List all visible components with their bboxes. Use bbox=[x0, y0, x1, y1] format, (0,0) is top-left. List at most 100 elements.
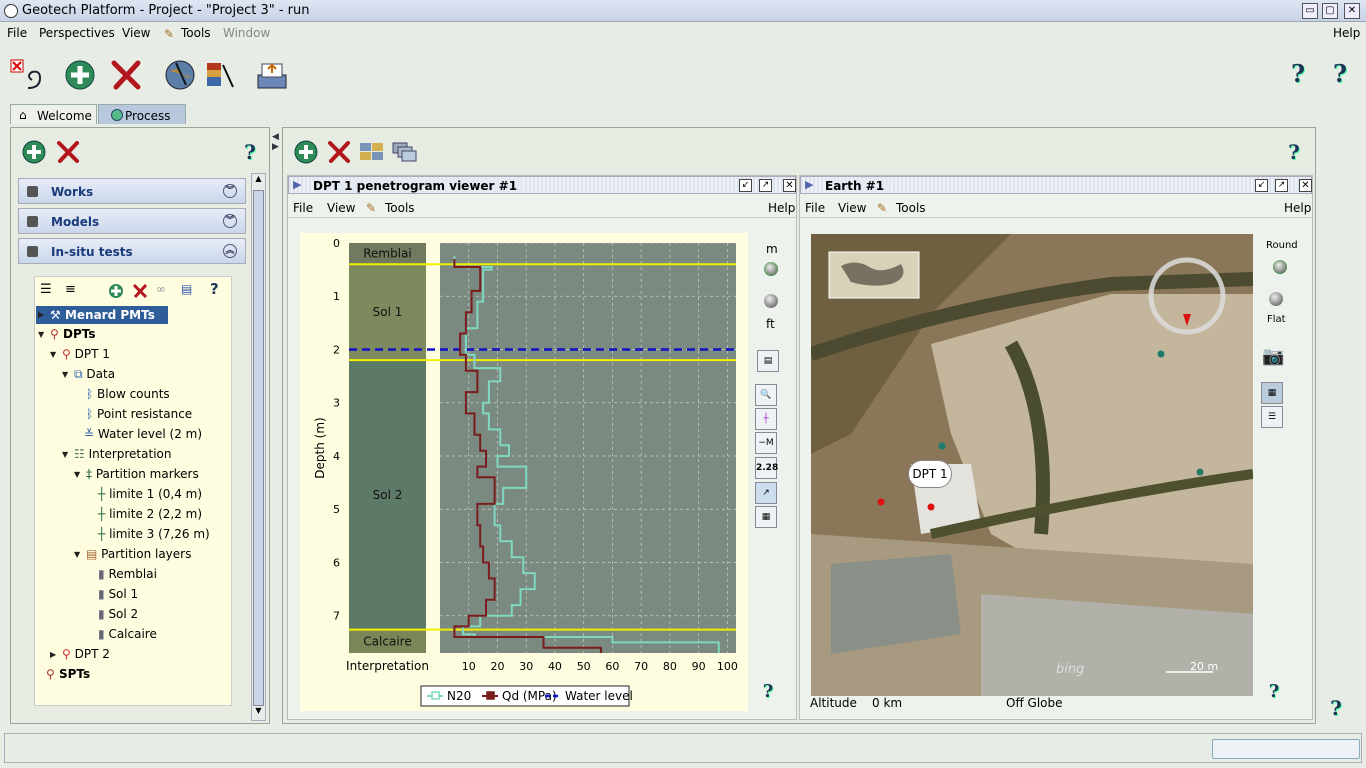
camera-icon[interactable]: 📷 bbox=[1262, 346, 1284, 367]
tree-node-limite1[interactable]: ┼ limite 1 (0,4 m) bbox=[98, 487, 202, 505]
export-icon[interactable] bbox=[256, 59, 288, 91]
chevron-up-icon[interactable]: ︽ bbox=[223, 244, 237, 258]
left-scrollbar[interactable]: ▲ ▼ bbox=[251, 173, 266, 721]
tree-node-dpts[interactable]: ▼ ⚲ DPTs bbox=[38, 327, 95, 345]
help-icon[interactable]: ? bbox=[1260, 678, 1288, 706]
zoom-icon[interactable]: 🔍 bbox=[755, 384, 777, 406]
menu-perspectives[interactable]: Perspectives bbox=[39, 26, 115, 40]
tree-node-limite3[interactable]: ┼ limite 3 (7,26 m) bbox=[98, 527, 210, 545]
accordion-insitu[interactable]: In-situ tests ︽ bbox=[18, 238, 246, 264]
tree-node-dpt2[interactable]: ▶ ⚲ DPT 2 bbox=[50, 647, 110, 665]
unit-m-radio[interactable] bbox=[764, 262, 778, 276]
collapse-icon[interactable]: ▼ bbox=[62, 450, 68, 459]
scroll-thumb[interactable] bbox=[253, 190, 264, 706]
menu-tools[interactable]: Tools bbox=[181, 26, 211, 40]
earth-menu-help[interactable]: Help bbox=[1284, 201, 1311, 215]
tree-node-data[interactable]: ▼ ⧉ Data bbox=[62, 367, 115, 385]
penetrogram-chart[interactable]: Remblai Sol 1 Sol 2 Calcaire 0 1 2 3 4 5 6 7 Depth (… bbox=[300, 233, 748, 711]
close-project-icon[interactable] bbox=[10, 58, 42, 90]
add-icon[interactable] bbox=[64, 59, 96, 91]
tree-node-limite2[interactable]: ┼ limite 2 (2,2 m) bbox=[98, 507, 202, 525]
collapse-icon[interactable]: ▼ bbox=[62, 370, 68, 379]
help-icon[interactable]: ? bbox=[1280, 138, 1308, 166]
tree-node-point-resistance[interactable]: ᛒ Point resistance bbox=[86, 407, 192, 425]
viewer-menu-file[interactable]: File bbox=[293, 201, 313, 215]
viewer-menu-tools[interactable]: Tools bbox=[385, 201, 415, 215]
help-icon[interactable]: ? bbox=[210, 280, 219, 298]
viewer-menu-view[interactable]: View bbox=[327, 201, 355, 215]
delete-icon[interactable] bbox=[110, 59, 142, 91]
expand-tree-icon[interactable]: ☰ bbox=[40, 282, 52, 297]
accordion-works[interactable]: Works ︾ bbox=[18, 178, 246, 204]
grid-tool-icon[interactable]: ▦ bbox=[755, 506, 777, 528]
minimize-icon[interactable]: ▭ bbox=[1302, 3, 1318, 19]
layers-tool-icon[interactable] bbox=[205, 59, 237, 91]
close-icon[interactable]: ✕ bbox=[1344, 3, 1360, 19]
viewer-menu-help[interactable]: Help bbox=[768, 201, 795, 215]
chevron-down-icon[interactable]: ︾ bbox=[223, 214, 237, 228]
help-icon[interactable]: ? bbox=[1284, 60, 1312, 88]
maximize-icon[interactable]: ▢ bbox=[1322, 3, 1338, 19]
tab-welcome[interactable]: ⌂ Welcome bbox=[10, 104, 97, 124]
tile-views-icon[interactable] bbox=[359, 142, 385, 162]
scroll-down-icon[interactable]: ▼ bbox=[252, 706, 265, 720]
menu-help[interactable]: Help bbox=[1333, 26, 1360, 40]
expand-icon[interactable]: ▶ bbox=[50, 650, 56, 659]
collapse-icon[interactable]: ▼ bbox=[50, 350, 56, 359]
crosshair-icon[interactable]: ┼ bbox=[755, 408, 777, 430]
flat-radio[interactable] bbox=[1269, 292, 1283, 306]
add-icon[interactable] bbox=[22, 140, 54, 172]
binoculars-icon[interactable]: ∞ bbox=[156, 282, 166, 296]
curve-tool-icon[interactable]: ↗ bbox=[755, 482, 777, 504]
context-help-icon[interactable]: ? bbox=[1326, 60, 1354, 88]
scroll-up-icon[interactable]: ▲ bbox=[252, 174, 265, 188]
help-icon[interactable]: ? bbox=[1322, 694, 1350, 722]
add-view-icon[interactable] bbox=[294, 140, 318, 164]
delete-icon[interactable] bbox=[132, 283, 148, 299]
menu-file[interactable]: File bbox=[7, 26, 27, 40]
tree-node-remblai[interactable]: ▮ Remblai bbox=[98, 567, 157, 585]
import-icon[interactable]: ▤ bbox=[181, 282, 192, 296]
marker-tool-icon[interactable]: −M bbox=[755, 432, 777, 454]
tree-node-blow-counts[interactable]: ᛒ Blow counts bbox=[86, 387, 170, 405]
dpt1-map-marker[interactable]: DPT 1 bbox=[908, 460, 952, 488]
tree-node-spts[interactable]: ⚲ SPTs bbox=[46, 667, 90, 685]
tree-node-dpt1[interactable]: ▼ ⚲ DPT 1 bbox=[50, 347, 110, 365]
collapse-icon[interactable]: ▼ bbox=[74, 470, 80, 479]
help-icon[interactable]: ? bbox=[236, 138, 264, 166]
unit-ft-radio[interactable] bbox=[764, 294, 778, 308]
round-radio[interactable] bbox=[1273, 260, 1287, 274]
help-icon[interactable]: ? bbox=[754, 678, 782, 706]
tree-node-sol2[interactable]: ▮ Sol 2 bbox=[98, 607, 138, 625]
tree-node-partition-layers[interactable]: ▼ ▤ Partition layers bbox=[74, 547, 191, 565]
expand-icon[interactable]: ▶ bbox=[38, 310, 44, 319]
tree-node-calcaire[interactable]: ▮ Calcaire bbox=[98, 627, 157, 645]
delete-icon[interactable] bbox=[56, 140, 88, 172]
tree-node-interpretation[interactable]: ▼ ☷ Interpretation bbox=[62, 447, 171, 465]
tree-node-sol1[interactable]: ▮ Sol 1 bbox=[98, 587, 138, 605]
menu-view[interactable]: View bbox=[122, 26, 150, 40]
tree-node-menard[interactable]: ▶ ⚒ Menard PMTs bbox=[36, 306, 168, 324]
delete-view-icon[interactable] bbox=[327, 140, 351, 164]
list-tree-icon[interactable]: ≡ bbox=[65, 282, 76, 297]
earth-menu-file[interactable]: File bbox=[805, 201, 825, 215]
tree-node-partition-markers[interactable]: ▼ ‡ Partition markers bbox=[74, 467, 199, 485]
close-view-icon[interactable]: ✕ bbox=[1299, 179, 1312, 192]
add-icon[interactable] bbox=[108, 283, 124, 299]
tab-process[interactable]: Process bbox=[98, 104, 186, 124]
globe-tool-icon[interactable] bbox=[164, 59, 196, 91]
earth-menu-view[interactable]: View bbox=[838, 201, 866, 215]
accordion-models[interactable]: Models ︾ bbox=[18, 208, 246, 234]
collapse-icon[interactable]: ▼ bbox=[74, 550, 80, 559]
collapse-left-icon[interactable]: ◀ ▶ bbox=[272, 132, 279, 152]
earth-header[interactable]: ▶ Earth #1 ↙ ↗ ✕ bbox=[800, 176, 1312, 194]
layers-panel-icon[interactable]: ▦ bbox=[1261, 382, 1283, 404]
export-chart-icon[interactable]: ▤ bbox=[757, 350, 779, 372]
close-view-icon[interactable]: ✕ bbox=[783, 179, 796, 192]
minimize-view-icon[interactable]: ↙ bbox=[739, 179, 752, 192]
cascade-views-icon[interactable] bbox=[392, 142, 418, 162]
list-panel-icon[interactable]: ☰ bbox=[1261, 406, 1283, 428]
value-button[interactable]: 2.28 bbox=[755, 457, 778, 479]
earth-menu-tools[interactable]: Tools bbox=[896, 201, 926, 215]
maximize-view-icon[interactable]: ↗ bbox=[1275, 179, 1288, 192]
